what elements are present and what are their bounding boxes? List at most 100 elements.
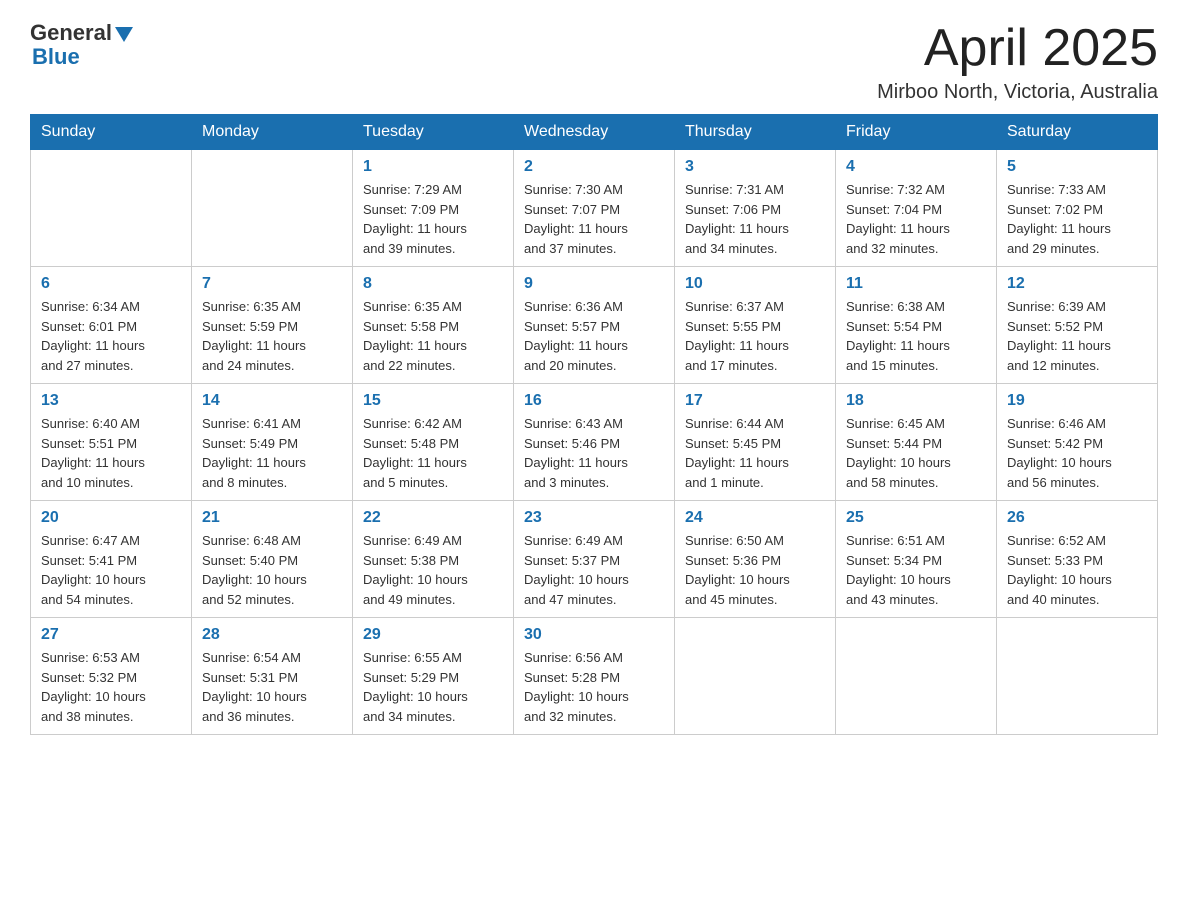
day-detail: Sunrise: 7:33 AM Sunset: 7:02 PM Dayligh… xyxy=(1007,180,1147,258)
calendar-cell: 18 Sunrise: 6:45 AM Sunset: 5:44 PM Dayli… xyxy=(836,384,997,501)
calendar-week-row: 1 Sunrise: 7:29 AM Sunset: 7:09 PM Daylig… xyxy=(31,150,1158,267)
calendar-table: SundayMondayTuesdayWednesdayThursdayFrid… xyxy=(30,114,1158,735)
day-number: 22 xyxy=(363,509,503,527)
day-number: 3 xyxy=(685,158,825,176)
logo-general-text: General xyxy=(30,20,112,46)
day-number: 15 xyxy=(363,392,503,410)
day-detail: Sunrise: 6:43 AM Sunset: 5:46 PM Dayligh… xyxy=(524,414,664,492)
day-detail: Sunrise: 6:53 AM Sunset: 5:32 PM Dayligh… xyxy=(41,648,181,726)
calendar-cell: 2 Sunrise: 7:30 AM Sunset: 7:07 PM Daylig… xyxy=(514,150,675,267)
day-detail: Sunrise: 6:51 AM Sunset: 5:34 PM Dayligh… xyxy=(846,531,986,609)
day-number: 30 xyxy=(524,626,664,644)
logo: General Blue xyxy=(30,20,133,70)
day-detail: Sunrise: 6:52 AM Sunset: 5:33 PM Dayligh… xyxy=(1007,531,1147,609)
day-detail: Sunrise: 6:49 AM Sunset: 5:37 PM Dayligh… xyxy=(524,531,664,609)
calendar-week-row: 6Sunrise: 6:34 AM Sunset: 6:01 PM Daylig… xyxy=(31,267,1158,384)
day-detail: Sunrise: 7:30 AM Sunset: 7:07 PM Dayligh… xyxy=(524,180,664,258)
weekday-header-friday: Friday xyxy=(836,115,997,150)
weekday-header-row: SundayMondayTuesdayWednesdayThursdayFrid… xyxy=(31,115,1158,150)
calendar-cell: 27 Sunrise: 6:53 AM Sunset: 5:32 PM Dayli… xyxy=(31,618,192,735)
calendar-week-row: 13 Sunrise: 6:40 AM Sunset: 5:51 PM Dayli… xyxy=(31,384,1158,501)
calendar-cell: 5Sunrise: 7:33 AM Sunset: 7:02 PM Daylig… xyxy=(997,150,1158,267)
calendar-cell: 6Sunrise: 6:34 AM Sunset: 6:01 PM Daylig… xyxy=(31,267,192,384)
weekday-header-tuesday: Tuesday xyxy=(353,115,514,150)
day-number: 19 xyxy=(1007,392,1147,410)
day-number: 29 xyxy=(363,626,503,644)
weekday-header-wednesday: Wednesday xyxy=(514,115,675,150)
day-number: 17 xyxy=(685,392,825,410)
calendar-cell: 9 Sunrise: 6:36 AM Sunset: 5:57 PM Daylig… xyxy=(514,267,675,384)
calendar-cell: 15 Sunrise: 6:42 AM Sunset: 5:48 PM Dayli… xyxy=(353,384,514,501)
day-number: 12 xyxy=(1007,275,1147,293)
day-detail: Sunrise: 6:35 AM Sunset: 5:59 PM Dayligh… xyxy=(202,297,342,375)
calendar-cell: 4Sunrise: 7:32 AM Sunset: 7:04 PM Daylig… xyxy=(836,150,997,267)
day-detail: Sunrise: 6:46 AM Sunset: 5:42 PM Dayligh… xyxy=(1007,414,1147,492)
calendar-cell: 25 Sunrise: 6:51 AM Sunset: 5:34 PM Dayli… xyxy=(836,501,997,618)
logo-blue-text: Blue xyxy=(32,44,80,70)
day-detail: Sunrise: 6:48 AM Sunset: 5:40 PM Dayligh… xyxy=(202,531,342,609)
day-number: 20 xyxy=(41,509,181,527)
day-number: 10 xyxy=(685,275,825,293)
calendar-cell: 10Sunrise: 6:37 AM Sunset: 5:55 PM Dayli… xyxy=(675,267,836,384)
day-number: 25 xyxy=(846,509,986,527)
day-number: 9 xyxy=(524,275,664,293)
day-detail: Sunrise: 6:54 AM Sunset: 5:31 PM Dayligh… xyxy=(202,648,342,726)
weekday-header-monday: Monday xyxy=(192,115,353,150)
day-number: 1 xyxy=(363,158,503,176)
calendar-week-row: 27 Sunrise: 6:53 AM Sunset: 5:32 PM Dayli… xyxy=(31,618,1158,735)
calendar-cell: 13 Sunrise: 6:40 AM Sunset: 5:51 PM Dayli… xyxy=(31,384,192,501)
day-detail: Sunrise: 7:32 AM Sunset: 7:04 PM Dayligh… xyxy=(846,180,986,258)
calendar-cell: 3 Sunrise: 7:31 AM Sunset: 7:06 PM Daylig… xyxy=(675,150,836,267)
calendar-cell: 12 Sunrise: 6:39 AM Sunset: 5:52 PM Dayli… xyxy=(997,267,1158,384)
day-number: 23 xyxy=(524,509,664,527)
calendar-cell: 21Sunrise: 6:48 AM Sunset: 5:40 PM Dayli… xyxy=(192,501,353,618)
month-year-title: April 2025 xyxy=(877,20,1158,77)
calendar-cell: 7Sunrise: 6:35 AM Sunset: 5:59 PM Daylig… xyxy=(192,267,353,384)
day-detail: Sunrise: 6:45 AM Sunset: 5:44 PM Dayligh… xyxy=(846,414,986,492)
calendar-cell: 8 Sunrise: 6:35 AM Sunset: 5:58 PM Daylig… xyxy=(353,267,514,384)
day-detail: Sunrise: 6:40 AM Sunset: 5:51 PM Dayligh… xyxy=(41,414,181,492)
day-detail: Sunrise: 6:41 AM Sunset: 5:49 PM Dayligh… xyxy=(202,414,342,492)
day-detail: Sunrise: 6:42 AM Sunset: 5:48 PM Dayligh… xyxy=(363,414,503,492)
calendar-cell: 17 Sunrise: 6:44 AM Sunset: 5:45 PM Dayli… xyxy=(675,384,836,501)
calendar-cell: 23 Sunrise: 6:49 AM Sunset: 5:37 PM Dayli… xyxy=(514,501,675,618)
calendar-cell: 22 Sunrise: 6:49 AM Sunset: 5:38 PM Dayli… xyxy=(353,501,514,618)
logo-triangle-icon xyxy=(115,27,133,42)
calendar-week-row: 20Sunrise: 6:47 AM Sunset: 5:41 PM Dayli… xyxy=(31,501,1158,618)
day-detail: Sunrise: 6:39 AM Sunset: 5:52 PM Dayligh… xyxy=(1007,297,1147,375)
day-number: 14 xyxy=(202,392,342,410)
day-detail: Sunrise: 6:55 AM Sunset: 5:29 PM Dayligh… xyxy=(363,648,503,726)
calendar-cell: 30Sunrise: 6:56 AM Sunset: 5:28 PM Dayli… xyxy=(514,618,675,735)
calendar-cell: 11Sunrise: 6:38 AM Sunset: 5:54 PM Dayli… xyxy=(836,267,997,384)
weekday-header-thursday: Thursday xyxy=(675,115,836,150)
day-number: 6 xyxy=(41,275,181,293)
day-number: 8 xyxy=(363,275,503,293)
day-detail: Sunrise: 6:35 AM Sunset: 5:58 PM Dayligh… xyxy=(363,297,503,375)
day-detail: Sunrise: 6:49 AM Sunset: 5:38 PM Dayligh… xyxy=(363,531,503,609)
calendar-cell: 26 Sunrise: 6:52 AM Sunset: 5:33 PM Dayli… xyxy=(997,501,1158,618)
weekday-header-saturday: Saturday xyxy=(997,115,1158,150)
location-subtitle: Mirboo North, Victoria, Australia xyxy=(877,81,1158,104)
calendar-cell: 16 Sunrise: 6:43 AM Sunset: 5:46 PM Dayli… xyxy=(514,384,675,501)
calendar-cell xyxy=(836,618,997,735)
day-number: 2 xyxy=(524,158,664,176)
calendar-cell: 14 Sunrise: 6:41 AM Sunset: 5:49 PM Dayli… xyxy=(192,384,353,501)
calendar-cell xyxy=(192,150,353,267)
day-number: 13 xyxy=(41,392,181,410)
calendar-cell xyxy=(675,618,836,735)
day-detail: Sunrise: 6:36 AM Sunset: 5:57 PM Dayligh… xyxy=(524,297,664,375)
day-number: 18 xyxy=(846,392,986,410)
logo-line1: General xyxy=(30,20,133,46)
day-detail: Sunrise: 7:31 AM Sunset: 7:06 PM Dayligh… xyxy=(685,180,825,258)
day-number: 28 xyxy=(202,626,342,644)
day-detail: Sunrise: 7:29 AM Sunset: 7:09 PM Dayligh… xyxy=(363,180,503,258)
day-detail: Sunrise: 6:50 AM Sunset: 5:36 PM Dayligh… xyxy=(685,531,825,609)
day-detail: Sunrise: 6:44 AM Sunset: 5:45 PM Dayligh… xyxy=(685,414,825,492)
calendar-cell: 20Sunrise: 6:47 AM Sunset: 5:41 PM Dayli… xyxy=(31,501,192,618)
day-number: 16 xyxy=(524,392,664,410)
calendar-cell xyxy=(31,150,192,267)
page-header: General Blue April 2025 Mirboo North, Vi… xyxy=(30,20,1158,104)
day-number: 27 xyxy=(41,626,181,644)
day-number: 26 xyxy=(1007,509,1147,527)
calendar-cell: 24Sunrise: 6:50 AM Sunset: 5:36 PM Dayli… xyxy=(675,501,836,618)
